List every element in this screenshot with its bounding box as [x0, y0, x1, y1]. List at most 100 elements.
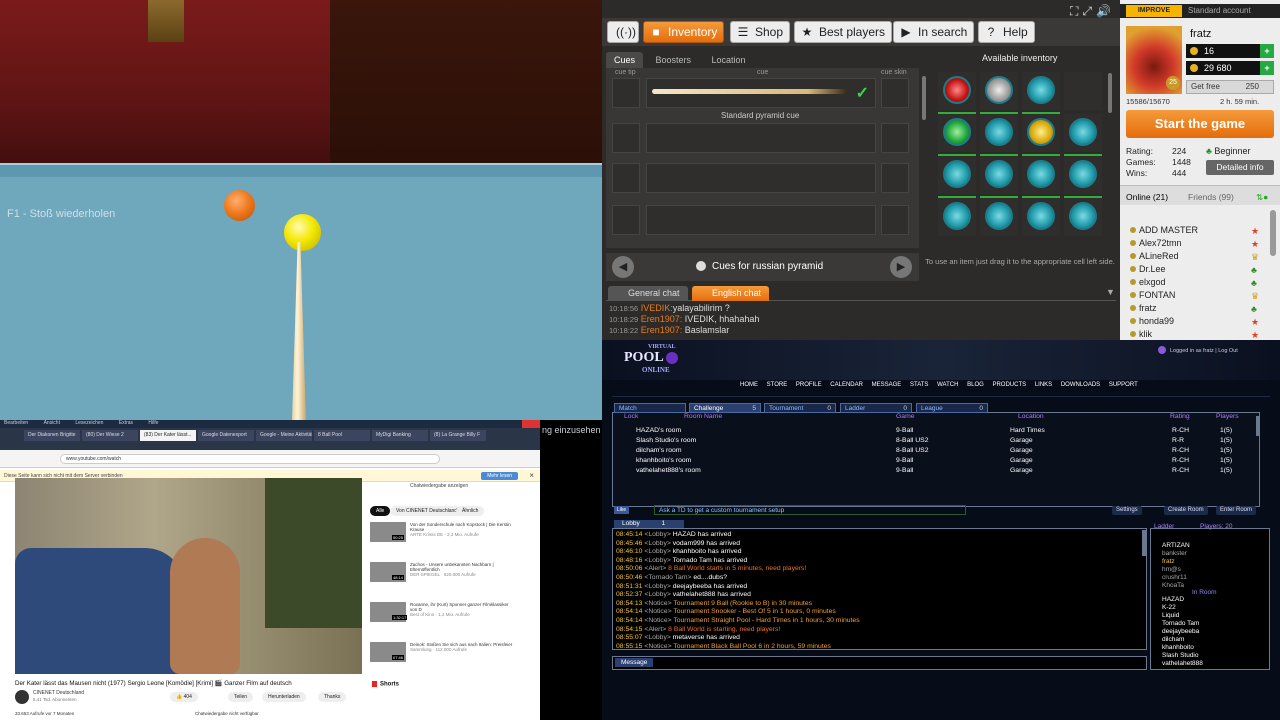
item-slot[interactable] [980, 72, 1018, 114]
player-item[interactable]: Dr.Lee [1130, 264, 1166, 274]
menu-item[interactable]: HOME [740, 382, 758, 388]
item-slot[interactable] [1064, 198, 1102, 236]
browser-tab-active[interactable]: (83) Der Kater lässt... [140, 430, 196, 441]
share-button[interactable]: Teilen [228, 692, 254, 702]
tab-boosters[interactable]: Boosters [647, 52, 699, 68]
browser-tab[interactable]: (8) La Grange Billy F [430, 430, 486, 441]
cue-tip-slot[interactable] [612, 163, 640, 193]
tab-location[interactable]: Location [703, 52, 753, 68]
browser-tab[interactable]: 8 Ball Pool [314, 430, 370, 441]
plus-icon[interactable]: + [1260, 44, 1274, 58]
scrollbar[interactable] [1256, 416, 1260, 436]
room-player[interactable]: khanhboito [1162, 644, 1194, 651]
like-button[interactable]: 👍 404 [170, 692, 198, 702]
message-input[interactable]: Message [612, 656, 1147, 670]
ladder-player[interactable]: fratz [1162, 558, 1175, 565]
ladder-player[interactable]: hm@s [1162, 566, 1181, 573]
item-slot[interactable] [1022, 156, 1060, 198]
menu-item[interactable]: STORE [767, 382, 788, 388]
tab-cues[interactable]: Cues [606, 52, 644, 68]
help-button[interactable]: ? Help [978, 21, 1035, 43]
menu-item[interactable]: PRODUCTS [992, 382, 1026, 388]
room-player[interactable]: K-22 [1162, 604, 1176, 611]
pool-game-view[interactable]: F1 - Stoß wiederholen [0, 0, 602, 420]
scrollbar[interactable] [1270, 210, 1276, 256]
recommended-video[interactable]: 1:32:17 Roxanne, ihr (Kurt) Sponner ganz… [370, 602, 515, 622]
tab-online[interactable]: Online (21) [1126, 192, 1168, 202]
item-slot[interactable] [1022, 114, 1060, 156]
signal-button[interactable]: ((·)) [607, 21, 639, 43]
cue-slot[interactable] [646, 123, 876, 153]
room-player[interactable]: HAZAD [1162, 596, 1184, 603]
url-input[interactable]: www.youtube.com/watch [60, 454, 440, 464]
cue-skin-slot[interactable] [881, 123, 909, 153]
browser-tab[interactable]: MyDigi Banking [372, 430, 428, 441]
login-status[interactable]: Logged in as fratz | Log Out [1170, 348, 1238, 354]
inventory-button[interactable]: ■ Inventory [643, 21, 725, 43]
detailed-info-button[interactable]: Detailed info [1206, 160, 1274, 175]
tab-ladder[interactable]: Ladder 0 [840, 403, 912, 413]
player-item[interactable]: honda99 [1130, 316, 1174, 326]
item-slot[interactable] [980, 198, 1018, 236]
room-player[interactable]: deejaybeeba [1162, 628, 1199, 635]
menu-item[interactable]: PROFILE [796, 382, 822, 388]
enter-room-button[interactable]: Enter Room [1216, 506, 1257, 515]
player-item[interactable]: FONTAN [1130, 290, 1175, 300]
item-slot[interactable] [980, 156, 1018, 198]
cue-skin-slot[interactable] [881, 78, 909, 108]
menu-item[interactable]: WATCH [937, 382, 958, 388]
chat-user[interactable]: IVEDIK: [641, 303, 673, 313]
browser-tab[interactable]: (80) Der Wiese 2 [82, 430, 138, 441]
tab-league[interactable]: League 0 [916, 403, 988, 413]
item-slot[interactable] [938, 198, 976, 236]
best-players-button[interactable]: ★ Best players [794, 21, 893, 43]
recommended-video[interactable]: 07:46 Deinok: Stoßen Sie sich aus nach I… [370, 642, 515, 662]
chat-user[interactable]: Eren1907: [641, 325, 683, 335]
menu-item[interactable]: MESSAGE [872, 382, 902, 388]
cue-tip-slot[interactable] [612, 123, 640, 153]
menu-item[interactable]: Hilfe [144, 420, 158, 426]
chat-replay-label[interactable]: Chatwiedergabe anzeigen [410, 483, 468, 489]
filter-chip-all[interactable]: Alle [370, 506, 391, 516]
player-item[interactable]: fratz [1130, 303, 1157, 313]
chevron-down-icon[interactable]: ▼ [1106, 287, 1115, 297]
avatar[interactable] [15, 690, 29, 704]
scrollbar[interactable] [1108, 73, 1112, 113]
item-slot[interactable] [1064, 156, 1102, 198]
item-slot-empty[interactable] [1064, 72, 1102, 110]
room-player[interactable]: Liquid [1162, 612, 1179, 619]
tab-general-chat[interactable]: General chat [608, 286, 688, 301]
cue-skin-slot[interactable] [881, 163, 909, 193]
tab-match[interactable]: Match [614, 403, 686, 413]
menu-item[interactable]: CALENDAR [830, 382, 863, 388]
in-search-button[interactable]: ▶ In search [893, 21, 975, 43]
player-item[interactable]: ADD MASTER [1130, 225, 1198, 235]
download-button[interactable]: Herunterladen [262, 692, 306, 702]
cue-tip-slot[interactable] [612, 205, 640, 235]
tab-challenge[interactable]: Challenge 5 [689, 403, 761, 413]
browser-tab[interactable]: Google - Meine Aktivität [256, 430, 312, 441]
item-slot[interactable] [938, 72, 976, 114]
item-slot[interactable] [1064, 114, 1102, 156]
room-player[interactable]: Tornado Tam [1162, 620, 1199, 627]
menu-item[interactable]: LINKS [1035, 382, 1052, 388]
create-room-button[interactable]: Create Room [1164, 506, 1208, 515]
menu-item[interactable]: Ansicht [40, 420, 60, 426]
item-slot[interactable] [938, 114, 976, 156]
recommended-video[interactable]: 48:14 Zachos - Unsere unbekannten Nachba… [370, 562, 515, 582]
ladder-player[interactable]: KhoaTa [1162, 582, 1184, 589]
menu-item[interactable]: Extras [115, 420, 133, 426]
menu-item[interactable]: DOWNLOADS [1061, 382, 1100, 388]
chat-user[interactable]: Eren1907: [641, 314, 683, 324]
scrollbar[interactable] [1142, 530, 1146, 556]
facebook-like-button[interactable]: Like [614, 506, 630, 514]
item-slot[interactable] [1022, 72, 1060, 114]
improve-button[interactable]: IMPROVE [1126, 5, 1182, 17]
menu-item[interactable]: BLOG [967, 382, 984, 388]
close-icon[interactable] [522, 420, 540, 428]
room-player[interactable]: Slash Studio [1162, 652, 1199, 659]
item-slot[interactable] [938, 156, 976, 198]
chevron-right-icon[interactable]: ▶ [890, 256, 912, 278]
cue-slot[interactable] [646, 163, 876, 193]
ladder-player[interactable]: ARTIZAN [1162, 542, 1190, 549]
